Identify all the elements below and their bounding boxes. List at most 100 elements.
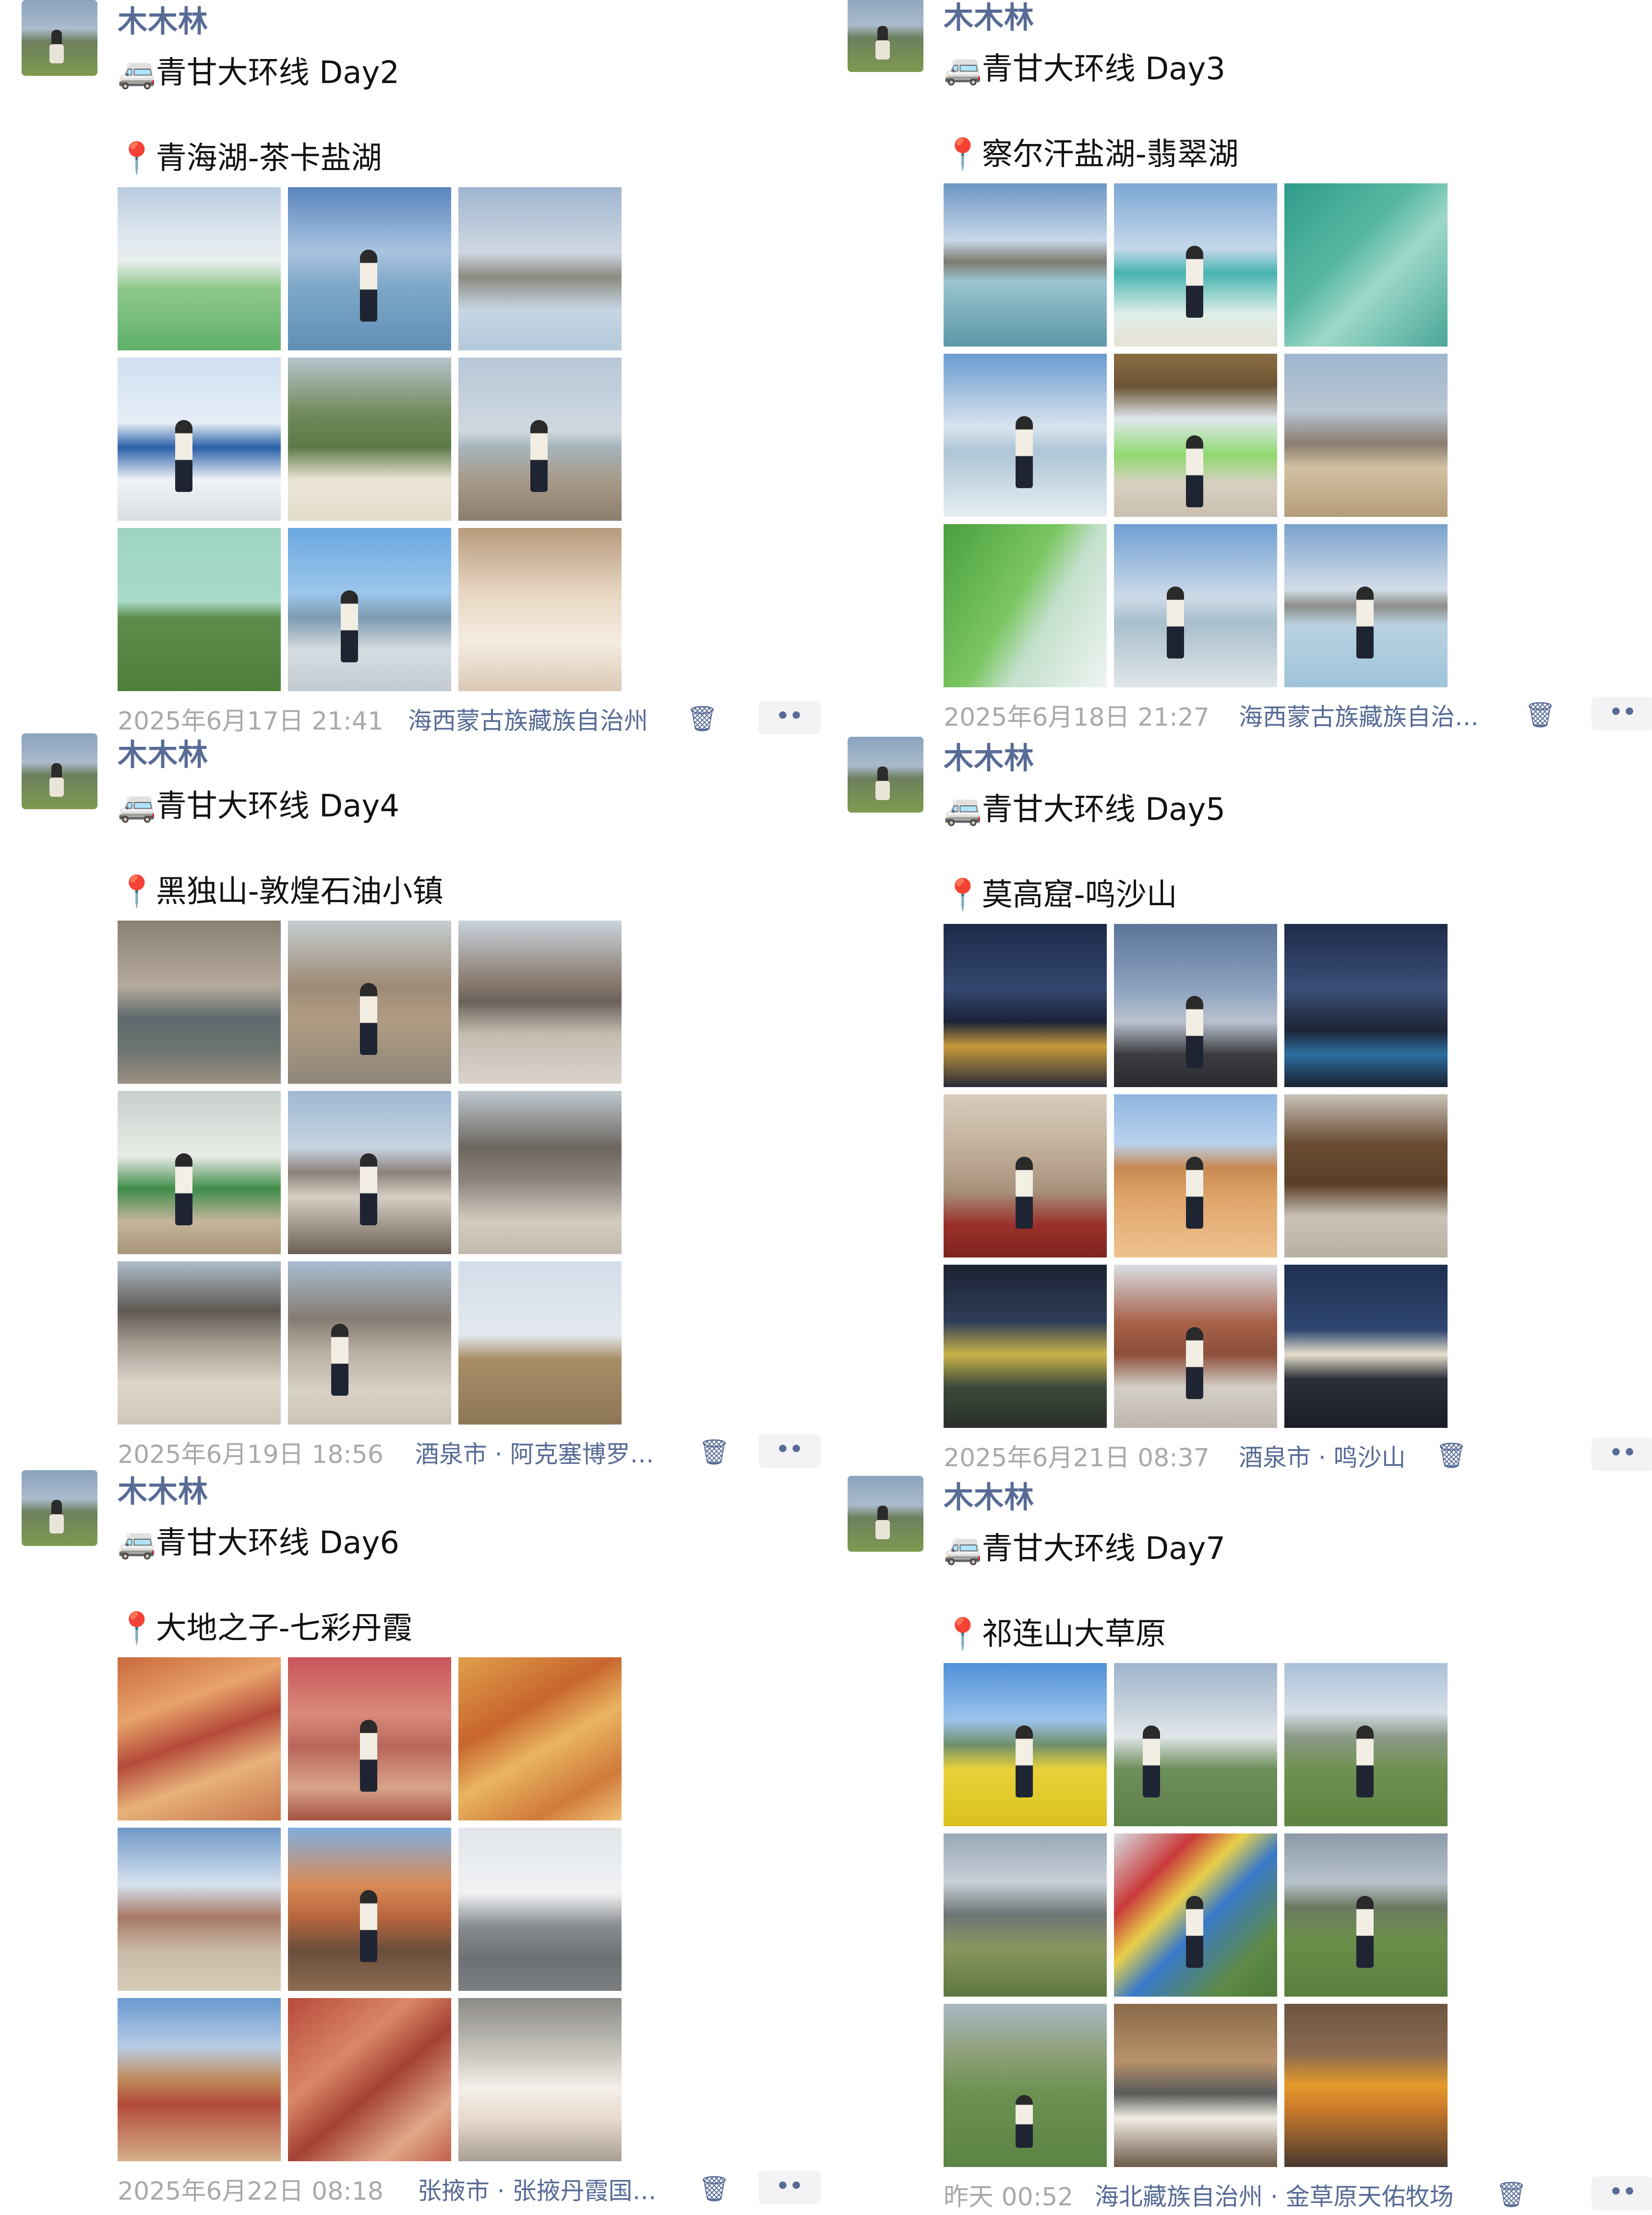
location-link[interactable]: 酒泉市 · 鸣沙山 [1239, 1438, 1431, 1473]
bus-icon: 🚐 [944, 51, 982, 87]
location-link[interactable]: 海西蒙古族藏族自治… [1239, 698, 1508, 732]
photo-wooden-sign[interactable] [458, 1261, 622, 1425]
photo-black-mountain[interactable] [458, 921, 622, 1084]
author-name[interactable]: 木木林 [118, 730, 208, 774]
avatar[interactable] [22, 0, 97, 76]
more-button[interactable]: •• [1592, 697, 1652, 730]
location-link[interactable]: 海西蒙古族藏族自治州 [408, 702, 792, 736]
more-button[interactable]: •• [1592, 2177, 1652, 2210]
photo-salt-lake-mountains[interactable] [458, 187, 622, 350]
avatar[interactable] [22, 733, 97, 809]
photo-ticket-hand[interactable] [458, 1998, 622, 2161]
photo-woman-boardwalk[interactable] [288, 1091, 451, 1254]
more-button[interactable]: •• [758, 1434, 821, 1468]
photo-woman-danxia[interactable] [288, 1657, 451, 1820]
photo-desert-people[interactable] [118, 1261, 281, 1425]
photo-woman-lake[interactable] [288, 187, 451, 350]
photo-grey-dunes[interactable] [458, 1091, 622, 1254]
bus-icon: 🚐 [944, 792, 982, 827]
photo-woman-bench[interactable] [458, 358, 622, 521]
pin-icon: 📍 [944, 877, 982, 913]
photo-night-sky[interactable] [1284, 924, 1448, 1087]
avatar[interactable] [22, 1470, 97, 1546]
photo-woman-signpost[interactable] [1114, 524, 1277, 687]
photo-woman-shore[interactable] [1114, 183, 1277, 347]
trash-icon[interactable]: 🗑 [1496, 2179, 1527, 2210]
photo-rapeseed-field[interactable] [944, 1663, 1107, 1826]
post-title-text: 青甘大环线 Day3 [982, 51, 1226, 87]
location-link[interactable]: 酒泉市 · 阿克塞博罗… [415, 1435, 684, 1470]
photo-jeep-ruins[interactable] [118, 921, 281, 1084]
photo-woman-sunglasses[interactable] [288, 358, 451, 521]
location-link[interactable]: 张掖市 · 张掖丹霞国… [418, 2172, 686, 2206]
photo-night-show[interactable] [944, 1265, 1107, 1428]
photo-qinghai-sign[interactable] [118, 358, 281, 521]
photo-prayer-flags-tent[interactable] [1114, 1663, 1277, 1826]
photo-umbrella-green[interactable] [1114, 354, 1277, 517]
photo-woman-lamb[interactable] [1284, 1833, 1448, 1997]
location-link[interactable]: 海北藏族自治州 · 金草原天佑牧场 [1095, 2178, 1488, 2212]
photo-temple-gate[interactable] [1284, 1094, 1448, 1257]
photo-emerald-water[interactable] [1284, 183, 1448, 347]
post-title-text: 青甘大环线 Day4 [156, 789, 400, 824]
photo-tea-kettle[interactable] [1284, 2004, 1448, 2167]
photo-mountain-sign[interactable] [1284, 354, 1448, 517]
avatar[interactable] [848, 0, 923, 72]
trash-icon[interactable]: 🗑 [686, 704, 718, 734]
photo-camel-sculptures[interactable] [118, 1998, 281, 2161]
trash-icon[interactable]: 🗑 [698, 1437, 730, 1468]
author-name[interactable]: 木木林 [944, 0, 1034, 36]
avatar[interactable] [848, 1476, 923, 1552]
photo-sand-dune[interactable] [1114, 1094, 1277, 1257]
more-button[interactable]: •• [758, 701, 821, 734]
photo-orange-ridges[interactable] [458, 1657, 622, 1820]
trash-icon[interactable]: 🗑 [1436, 1440, 1467, 1471]
photo-grassland[interactable] [118, 528, 281, 691]
trash-icon[interactable]: 🗑 [698, 2174, 730, 2204]
photo-herder-lamb[interactable] [1114, 2004, 1277, 2167]
author-name[interactable]: 木木林 [944, 734, 1034, 777]
photo-woman-jump[interactable] [288, 1261, 451, 1425]
photo-night-city[interactable] [944, 924, 1107, 1087]
photo-night-lights[interactable] [1284, 1265, 1448, 1428]
photo-grid [944, 924, 1448, 1428]
location-tag-text: 祁连山大草原 [982, 1616, 1166, 1652]
photo-dusk-dune[interactable] [1114, 924, 1277, 1087]
photo-grid [118, 187, 622, 691]
photo-woman-buildings[interactable] [288, 921, 451, 1084]
trash-icon[interactable]: 🗑 [1524, 700, 1556, 730]
post-footer: 2025年6月22日 08:18 张掖市 · 张掖丹霞国… 🗑 •• [118, 2171, 826, 2209]
photo-prayer-flags[interactable] [1114, 1833, 1277, 1997]
more-button[interactable]: •• [758, 2171, 821, 2204]
photo-woman-meadow[interactable] [1284, 1663, 1448, 1826]
pin-icon: 📍 [944, 137, 982, 172]
photo-woman-reflection[interactable] [944, 354, 1107, 517]
photo-bus-woman[interactable] [118, 1091, 281, 1254]
pin-icon: 📍 [944, 1616, 982, 1652]
author-name[interactable]: 木木林 [118, 0, 208, 40]
photo-woman-mirror-lake[interactable] [1284, 524, 1448, 687]
post-title: 🚐青甘大环线 Day4 [118, 781, 399, 826]
photo-selfie-friends[interactable] [458, 528, 622, 691]
post-footer: 2025年6月21日 08:37 酒泉市 · 鸣沙山 🗑 •• [944, 1437, 1652, 1476]
photo-lake-green[interactable] [118, 187, 281, 350]
photo-lake-reflection[interactable] [944, 183, 1107, 347]
photo-green-salt[interactable] [944, 524, 1107, 687]
photo-woman-railing[interactable] [288, 1828, 451, 1991]
photo-danxia-hills[interactable] [118, 1657, 281, 1820]
author-name[interactable]: 木木林 [118, 1467, 208, 1510]
author-name[interactable]: 木木林 [944, 1473, 1034, 1516]
photo-mural-woman[interactable] [944, 1094, 1107, 1257]
photo-snow-mountain[interactable] [944, 1833, 1107, 1997]
photo-woman-sitting[interactable] [944, 2004, 1107, 2167]
more-button[interactable]: •• [1592, 1437, 1652, 1471]
photo-baby-sculpture[interactable] [118, 1828, 281, 1991]
photo-road-sign[interactable] [458, 1828, 622, 1991]
location-tag: 📍黑独山-敦煌石油小镇 [118, 867, 443, 911]
photo-signpost-woman[interactable] [288, 528, 451, 691]
photo-red-rocks[interactable] [288, 1998, 451, 2161]
pin-icon: 📍 [118, 874, 156, 910]
moment-post: 木木林 🚐青甘大环线 Day4 📍黑独山-敦煌石油小镇 2025年6月19日 1… [0, 730, 826, 1470]
photo-pagoda[interactable] [1114, 1265, 1277, 1428]
avatar[interactable] [848, 737, 923, 813]
